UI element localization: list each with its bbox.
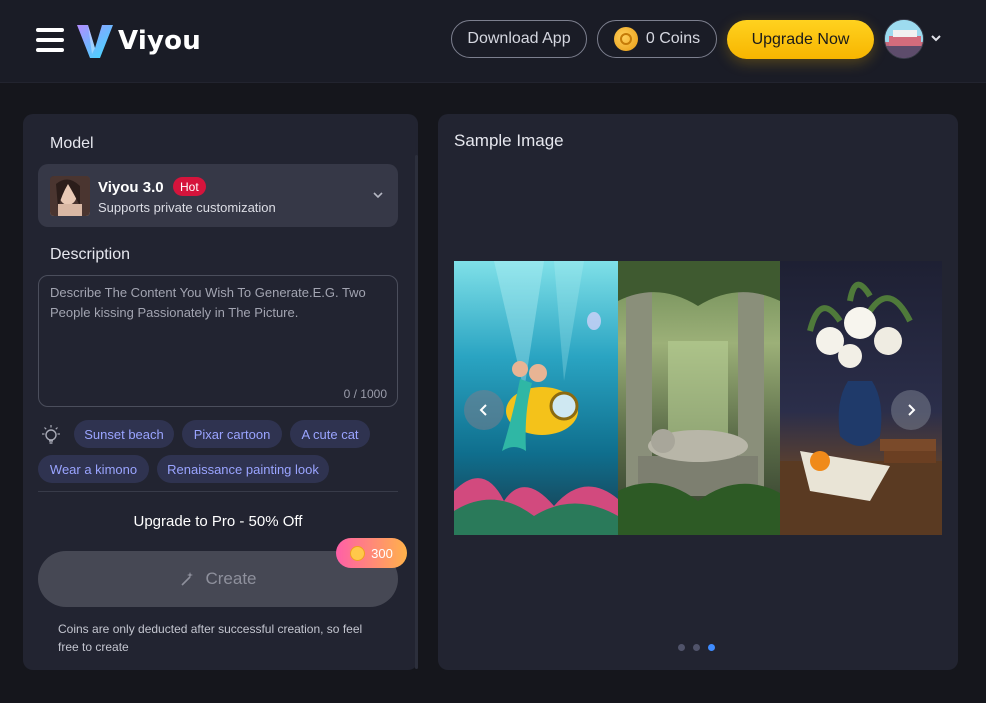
- model-name: Viyou 3.0: [98, 179, 164, 196]
- upgrade-now-button[interactable]: Upgrade Now: [727, 20, 874, 59]
- suggestion-chip[interactable]: Renaissance painting look: [157, 455, 329, 483]
- suggestion-chip[interactable]: Wear a kimono: [38, 455, 149, 483]
- carousel-prev-button[interactable]: [464, 390, 504, 430]
- panel-scrollbar[interactable]: [415, 155, 418, 669]
- coins-label: 0 Coins: [645, 30, 701, 47]
- avatar-image-icon: [885, 20, 923, 58]
- brand-name: Viyou: [118, 26, 201, 56]
- chevron-left-icon: [479, 404, 487, 416]
- coin-cost: 300: [371, 545, 393, 561]
- download-app-button[interactable]: Download App: [451, 20, 587, 58]
- carousel-dot-active[interactable]: [708, 644, 715, 651]
- coin-icon: [613, 27, 638, 51]
- sample-image-jungle: [618, 261, 780, 535]
- chevron-down-icon[interactable]: [930, 33, 942, 43]
- lightbulb-icon: [42, 425, 60, 444]
- suggestion-chip[interactable]: Sunset beach: [74, 420, 174, 448]
- magic-wand-icon: [181, 572, 194, 586]
- chevron-right-icon: [908, 404, 916, 416]
- upgrade-promo-text[interactable]: Upgrade to Pro - 50% Off: [38, 513, 398, 530]
- character-counter: 0 / 1000: [343, 387, 387, 401]
- model-heading: Model: [50, 135, 94, 152]
- viyou-logo-icon: [77, 25, 113, 58]
- chevron-down-icon: [373, 192, 383, 199]
- description-input[interactable]: [50, 283, 380, 363]
- carousel-dot[interactable]: [693, 644, 700, 651]
- coin-cost-badge: 300: [336, 538, 407, 568]
- sample-image-heading: Sample Image: [454, 131, 564, 150]
- create-label: Create: [205, 569, 257, 588]
- coin-deduction-note: Coins are only deducted after successful…: [58, 622, 363, 654]
- model-selector[interactable]: Viyou 3.0 Hot Supports private customiza…: [38, 164, 398, 227]
- carousel-dot[interactable]: [678, 644, 685, 651]
- description-field[interactable]: 0 / 1000: [38, 275, 398, 407]
- description-heading: Description: [50, 246, 131, 263]
- sample-carousel[interactable]: [454, 261, 942, 535]
- carousel-pagination: [678, 644, 715, 651]
- model-thumbnail: [50, 176, 90, 216]
- top-bar: Viyou Download App 0 Coins Upgrade Now: [0, 0, 986, 83]
- menu-icon[interactable]: [36, 28, 64, 52]
- suggestion-chip[interactable]: Pixar cartoon: [182, 420, 282, 448]
- hot-badge: Hot: [173, 177, 206, 196]
- carousel-next-button[interactable]: [891, 390, 931, 430]
- model-subtitle: Supports private customization: [98, 200, 276, 215]
- coins-button[interactable]: 0 Coins: [597, 20, 717, 58]
- coin-icon: [350, 545, 366, 561]
- divider: [38, 491, 398, 492]
- suggestion-chip[interactable]: A cute cat: [290, 420, 370, 448]
- brand-logo[interactable]: Viyou: [74, 20, 201, 62]
- avatar[interactable]: [884, 19, 924, 59]
